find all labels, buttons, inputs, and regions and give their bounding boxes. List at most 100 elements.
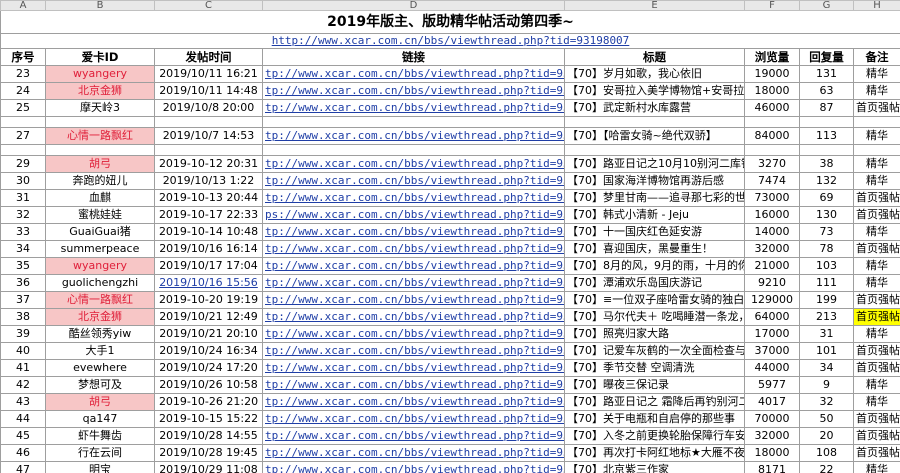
cell-link[interactable]: tp://www.xcar.com.cn/bbs/viewthread.php?… <box>262 172 565 190</box>
cell-replies[interactable]: 63 <box>799 82 854 100</box>
cell-note[interactable]: 首页强帖 <box>853 206 900 224</box>
cell-views[interactable]: 4017 <box>744 393 800 411</box>
cell-replies[interactable]: 111 <box>799 274 854 292</box>
cell-id[interactable]: qa147 <box>45 410 155 428</box>
cell-no[interactable]: 35 <box>0 257 46 275</box>
cell-views[interactable]: 8171 <box>744 461 800 473</box>
cell-title[interactable]: 【70】记爱车灰鹤的一次全面检查与保 <box>564 342 745 360</box>
cell-replies[interactable]: 20 <box>799 427 854 445</box>
cell-id[interactable]: guolichengzhi <box>45 274 155 292</box>
cell-views[interactable]: 44000 <box>744 359 800 377</box>
cell-link[interactable]: tp://www.xcar.com.cn/bbs/viewthread.php?… <box>262 359 565 377</box>
cell-title[interactable]: 【70】曝夜三保记录 <box>564 376 745 394</box>
cell-views[interactable]: 46000 <box>744 99 800 117</box>
cell-title[interactable]: 【70】国家海洋博物馆再游后感 <box>564 172 745 190</box>
cell-note[interactable]: 精华 <box>853 257 900 275</box>
cell-title[interactable]: 【70】季节交替 空调清洗 <box>564 359 745 377</box>
cell-title[interactable]: 【70】路亚日记之10月10别河二库钓 <box>564 155 745 173</box>
cell-replies[interactable]: 199 <box>799 291 854 309</box>
cell-replies[interactable]: 213 <box>799 308 854 326</box>
cell-link[interactable]: tp://www.xcar.com.cn/bbs/viewthread.php?… <box>262 444 565 462</box>
cell-id[interactable]: 酷丝领秀yiw <box>45 325 155 343</box>
cell-id[interactable]: 心情一路飘红 <box>45 291 155 309</box>
cell-title[interactable]: 【70】安哥拉入美学博物馆+安哥拉贵 <box>564 82 745 100</box>
cell-id[interactable]: 行在云间 <box>45 444 155 462</box>
cell-no[interactable]: 39 <box>0 325 46 343</box>
cell-replies[interactable]: 9 <box>799 376 854 394</box>
cell-link[interactable]: tp://www.xcar.com.cn/bbs/viewthread.php?… <box>262 223 565 241</box>
cell-id[interactable]: 摩天岭3 <box>45 99 155 117</box>
cell-no[interactable]: 32 <box>0 206 46 224</box>
cell-replies[interactable]: 130 <box>799 206 854 224</box>
cell-title[interactable]: 【70】梦里甘南——追寻那七彩的世界 <box>564 189 745 207</box>
cell-id[interactable]: summerpeace <box>45 240 155 258</box>
cell-replies[interactable]: 38 <box>799 155 854 173</box>
cell-note[interactable]: 首页强帖 <box>853 427 900 445</box>
cell-no[interactable]: 30 <box>0 172 46 190</box>
blank-cell[interactable] <box>0 144 46 156</box>
col-header-no[interactable]: 序号 <box>0 48 46 66</box>
cell-no[interactable]: 27 <box>0 127 46 145</box>
cell-link[interactable]: tp://www.xcar.com.cn/bbs/viewthread.php?… <box>262 461 565 473</box>
cell-note[interactable]: 精华 <box>853 65 900 83</box>
cell-time[interactable]: 2019/10/11 16:21 <box>154 65 263 83</box>
cell-note[interactable]: 首页强帖 <box>853 189 900 207</box>
cell-time[interactable]: 2019/10/11 14:48 <box>154 82 263 100</box>
cell-id[interactable]: 奔跑的妞儿 <box>45 172 155 190</box>
cell-link[interactable]: tp://www.xcar.com.cn/bbs/viewthread.php?… <box>262 291 565 309</box>
cell-time[interactable]: 2019/10/29 11:08 <box>154 461 263 473</box>
cell-replies[interactable]: 87 <box>799 99 854 117</box>
cell-no[interactable]: 29 <box>0 155 46 173</box>
cell-time[interactable]: 2019/10/16 15:56 <box>154 274 263 292</box>
blank-cell[interactable] <box>154 144 263 156</box>
cell-id[interactable]: 虾牛舞齿 <box>45 427 155 445</box>
cell-link[interactable]: tp://www.xcar.com.cn/bbs/viewthread.php?… <box>262 65 565 83</box>
cell-replies[interactable]: 34 <box>799 359 854 377</box>
cell-title[interactable]: 【70】岁月如歌，我心依旧 <box>564 65 745 83</box>
cell-note[interactable]: 精华 <box>853 325 900 343</box>
cell-time[interactable]: 2019-10-12 20:31 <box>154 155 263 173</box>
cell-no[interactable]: 43 <box>0 393 46 411</box>
cell-time[interactable]: 2019/10/13 1:22 <box>154 172 263 190</box>
cell-views[interactable]: 16000 <box>744 206 800 224</box>
cell-note[interactable]: 首页强帖 <box>853 240 900 258</box>
blank-cell[interactable] <box>0 116 46 128</box>
col-header-time[interactable]: 发帖时间 <box>154 48 263 66</box>
cell-no[interactable]: 45 <box>0 427 46 445</box>
cell-id[interactable]: 心情一路飘红 <box>45 127 155 145</box>
cell-no[interactable]: 25 <box>0 99 46 117</box>
cell-title[interactable]: 【70】8月的风，9月的雨，十月的你我 <box>564 257 745 275</box>
cell-replies[interactable]: 113 <box>799 127 854 145</box>
cell-note[interactable]: 精华 <box>853 82 900 100</box>
cell-note[interactable]: 精华 <box>853 461 900 473</box>
cell-views[interactable]: 7474 <box>744 172 800 190</box>
cell-id[interactable]: wyangery <box>45 65 155 83</box>
cell-views[interactable]: 129000 <box>744 291 800 309</box>
cell-note[interactable]: 精华 <box>853 223 900 241</box>
cell-note[interactable]: 首页强帖 <box>853 359 900 377</box>
cell-link[interactable]: tp://www.xcar.com.cn/bbs/viewthread.php?… <box>262 342 565 360</box>
cell-link[interactable]: tp://www.xcar.com.cn/bbs/viewthread.php?… <box>262 308 565 326</box>
cell-link[interactable]: tp://www.xcar.com.cn/bbs/viewthread.php?… <box>262 127 565 145</box>
col-header-link[interactable]: 链接 <box>262 48 565 66</box>
blank-cell[interactable] <box>853 116 900 128</box>
cell-time[interactable]: 2019/10/21 20:10 <box>154 325 263 343</box>
cell-link[interactable]: tp://www.xcar.com.cn/bbs/viewthread.php?… <box>262 376 565 394</box>
cell-link[interactable]: tp://www.xcar.com.cn/bbs/viewthread.php?… <box>262 82 565 100</box>
cell-id[interactable]: 北京金狮 <box>45 82 155 100</box>
column-letter-d[interactable]: D <box>262 0 565 11</box>
cell-title[interactable]: 【70】北京紫三作家 <box>564 461 745 473</box>
cell-time[interactable]: 2019/10/24 17:20 <box>154 359 263 377</box>
cell-replies[interactable]: 50 <box>799 410 854 428</box>
cell-note[interactable]: 首页强帖 <box>853 342 900 360</box>
blank-cell[interactable] <box>799 116 854 128</box>
cell-title[interactable]: 【70】潭浦欢乐岛国庆游记 <box>564 274 745 292</box>
cell-views[interactable]: 73000 <box>744 189 800 207</box>
cell-time[interactable]: 2019-10-14 10:48 <box>154 223 263 241</box>
cell-link[interactable]: tp://www.xcar.com.cn/bbs/viewthread.php?… <box>262 274 565 292</box>
cell-views[interactable]: 14000 <box>744 223 800 241</box>
cell-views[interactable]: 18000 <box>744 444 800 462</box>
cell-id[interactable]: 梦想可及 <box>45 376 155 394</box>
cell-note[interactable]: 首页强帖 <box>853 99 900 117</box>
cell-time[interactable]: 2019/10/21 12:49 <box>154 308 263 326</box>
